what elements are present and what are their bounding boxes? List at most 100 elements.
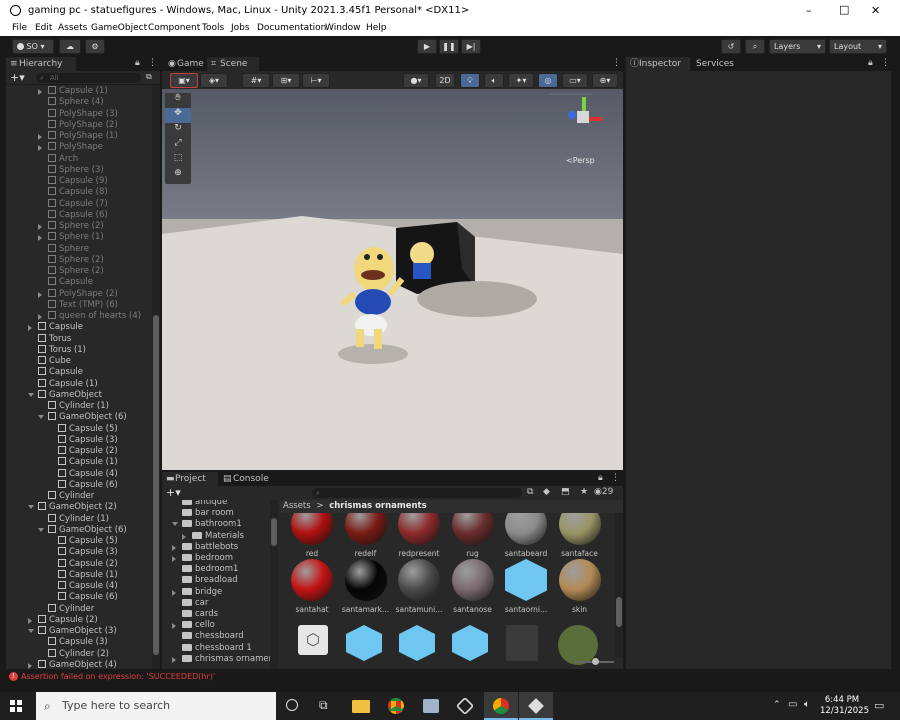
hierarchy-row[interactable]: queen of hearts (4) [38, 311, 141, 322]
hierarchy-row[interactable]: Cylinder (1) [48, 513, 109, 525]
status-bar[interactable]: ! Assertion failed on expression: 'SUCCE… [0, 670, 900, 684]
folder-item[interactable]: bar room [182, 508, 234, 519]
hierarchy-row[interactable]: Sphere (3) [48, 164, 104, 176]
menu-help[interactable]: Help [366, 23, 387, 33]
lock-icon[interactable]: 🔒︎ [135, 58, 140, 68]
zoom-slider[interactable] [574, 658, 614, 665]
menu-tools[interactable]: Tools [202, 23, 224, 33]
menu-gameobject[interactable]: GameObject [91, 23, 147, 33]
cloud-button[interactable]: ☁ [59, 39, 81, 54]
menu-edit[interactable]: Edit [35, 23, 52, 33]
expand-arrow-icon[interactable] [38, 527, 44, 532]
search-button[interactable]: ⌕ [745, 39, 765, 54]
draw-mode-button[interactable]: ▣▾ [170, 73, 198, 88]
app-icon[interactable] [423, 699, 439, 713]
hand-tool[interactable]: ✋︎ [165, 93, 191, 108]
asset-model-1[interactable] [506, 625, 538, 661]
hierarchy-row[interactable]: Capsule (1) [38, 378, 98, 390]
effects-toggle[interactable]: ✦▾ [508, 73, 534, 88]
orientation-gizmo[interactable] [564, 97, 604, 137]
menu-component[interactable]: Component [148, 23, 200, 33]
folder-scrollbar-thumb[interactable] [271, 518, 277, 546]
asset-prefab-4[interactable] [452, 625, 488, 661]
collapse-arrow-icon[interactable] [38, 145, 42, 152]
hierarchy-row[interactable]: PolyShape (1) [38, 131, 118, 142]
snap-button[interactable]: ⊞▾ [272, 73, 300, 88]
search-by-label-icon[interactable]: ◆ [543, 487, 550, 497]
hierarchy-row[interactable]: Capsule (4) [58, 581, 118, 592]
lock-icon[interactable]: 🔒︎ [868, 58, 873, 68]
hierarchy-row[interactable]: PolyShape (2) [48, 119, 118, 131]
hierarchy-row[interactable]: Cylinder (1) [48, 401, 109, 412]
folder-item[interactable]: chessboard [182, 631, 244, 642]
collapse-arrow-icon[interactable] [28, 617, 32, 624]
hierarchy-row[interactable]: GameObject [28, 389, 102, 401]
hierarchy-row[interactable]: Cube [38, 356, 71, 367]
hierarchy-row[interactable]: Capsule (6) [48, 209, 108, 221]
menu-file[interactable]: File [12, 23, 27, 33]
grid-button[interactable]: #▾ [242, 73, 270, 88]
hierarchy-row[interactable]: GameObject (3) [28, 626, 117, 637]
collapse-arrow-icon[interactable] [38, 224, 42, 230]
collapse-arrow-icon[interactable] [38, 89, 42, 95]
asset-prefab-3[interactable] [399, 625, 435, 661]
rect-tool[interactable]: ⬚ [165, 153, 191, 168]
asset-scrollbar[interactable] [615, 513, 623, 657]
collapse-arrow-icon[interactable] [172, 623, 176, 630]
hierarchy-row[interactable]: Capsule (2) [58, 558, 118, 570]
hierarchy-row[interactable]: Text (TMP) (6) [48, 299, 118, 311]
tab-game[interactable]: ◉ Game [164, 57, 206, 71]
move-tool[interactable]: ✥ [165, 108, 191, 123]
hierarchy-row[interactable]: Capsule [48, 277, 93, 288]
hierarchy-row[interactable]: Capsule (4) [58, 468, 118, 480]
asset-item[interactable]: santaface [554, 513, 606, 558]
hierarchy-row[interactable]: Sphere [48, 243, 89, 255]
asset-item[interactable]: santamark... [340, 559, 392, 614]
zoom-slider-handle[interactable] [592, 658, 599, 665]
menu-window[interactable]: Window [325, 23, 361, 33]
hierarchy-row[interactable]: Torus [38, 333, 71, 345]
transform-tool[interactable]: ⊕ [165, 168, 191, 183]
asset-item[interactable]: santamuni... [393, 559, 445, 614]
folder-item[interactable]: bedroom [172, 553, 233, 564]
taskbar-search-input[interactable]: ⌕ Type here to search [36, 692, 276, 720]
account-dropdown[interactable]: SO ▾ [12, 39, 54, 54]
asset-item[interactable]: santahat [286, 559, 338, 614]
gizmos-button[interactable]: ⊕▾ [592, 73, 618, 88]
hierarchy-row[interactable]: PolyShape (3) [48, 108, 118, 120]
persp-label[interactable]: <Persp [566, 156, 595, 165]
network-icon[interactable]: ▭ [788, 699, 797, 710]
render-mode-button[interactable]: ◈▾ [200, 73, 228, 88]
collapse-arrow-icon[interactable] [38, 314, 42, 320]
hierarchy-row[interactable]: Capsule (3) [48, 637, 108, 648]
folder-item[interactable]: cello [172, 620, 215, 631]
hierarchy-row[interactable]: Capsule [28, 322, 83, 333]
folder-item[interactable]: battlebots [172, 542, 238, 553]
hidden-objects-toggle[interactable]: ◎ [538, 73, 558, 88]
hierarchy-row[interactable]: Capsule (6) [58, 479, 118, 491]
step-button[interactable]: ▶| [461, 39, 481, 54]
expand-arrow-icon[interactable] [172, 522, 178, 527]
folder-item[interactable]: bathroom1 [172, 519, 242, 530]
collapse-arrow-icon[interactable] [28, 325, 32, 332]
star-icon[interactable]: ★ [580, 487, 588, 497]
menu-assets[interactable]: Assets [58, 23, 87, 33]
audio-toggle[interactable]: 🔈︎ [484, 73, 504, 88]
close-button[interactable]: ✕ [871, 4, 880, 17]
menu-documentation[interactable]: Documentation [257, 23, 326, 33]
hierarchy-scrollbar-thumb[interactable] [153, 315, 159, 655]
windows-start-icon[interactable] [10, 700, 22, 712]
hierarchy-row[interactable]: GameObject (4) [28, 659, 117, 669]
hierarchy-row[interactable]: Capsule (3) [58, 434, 118, 446]
folder-item[interactable]: bridge [172, 587, 222, 598]
expand-arrow-icon[interactable] [28, 505, 34, 510]
tray-chevron-icon[interactable]: ⌃ [773, 700, 781, 710]
expand-arrow-icon[interactable] [28, 629, 34, 633]
asset-item[interactable]: redpresent [393, 513, 445, 558]
folder-item[interactable]: Materials [182, 531, 244, 542]
clock[interactable]: 6:44 PM 12/31/2025 [820, 695, 869, 717]
hierarchy-row[interactable]: Cylinder [48, 603, 94, 615]
hierarchy-row[interactable]: Capsule (3) [58, 547, 118, 558]
collapse-arrow-icon[interactable] [38, 291, 42, 298]
chrome-icon[interactable] [388, 698, 404, 714]
